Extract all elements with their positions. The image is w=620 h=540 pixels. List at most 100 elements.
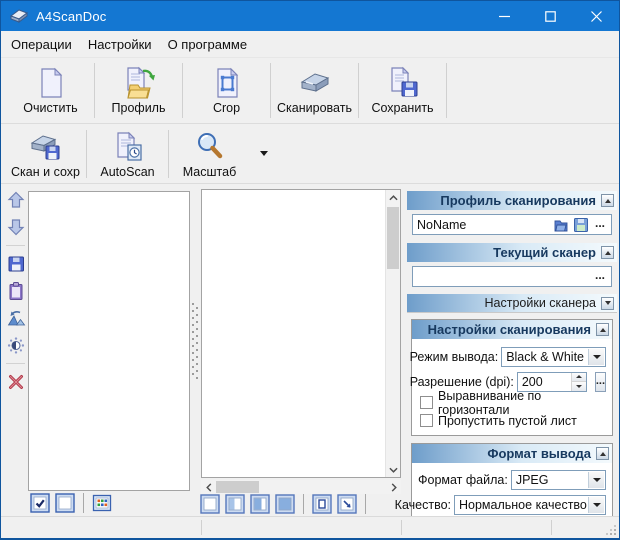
quality-row: Качество: Нормальное качество bbox=[418, 494, 606, 515]
scanner-name-input[interactable] bbox=[413, 270, 591, 284]
autoscan-icon bbox=[111, 130, 145, 164]
panel-splitter[interactable] bbox=[191, 191, 200, 491]
fit-width-icon[interactable] bbox=[225, 494, 245, 514]
crop-label: Crop bbox=[213, 101, 240, 115]
clear-label: Очистить bbox=[23, 101, 77, 115]
rail-separator bbox=[6, 245, 25, 246]
scanner-settings-header: Настройки сканера bbox=[407, 294, 617, 313]
actual-size-icon[interactable] bbox=[312, 494, 332, 514]
close-button[interactable] bbox=[573, 1, 619, 31]
file-format-select[interactable]: JPEG bbox=[511, 470, 606, 490]
collapse-current-scanner-button[interactable] bbox=[601, 246, 614, 259]
preview-panel[interactable] bbox=[201, 189, 401, 478]
menu-about[interactable]: О программе bbox=[160, 33, 256, 56]
zoom-button[interactable]: Масштаб bbox=[169, 125, 250, 183]
output-format-header: Формат вывода bbox=[412, 444, 612, 463]
expand-scanner-settings-button[interactable] bbox=[601, 297, 614, 310]
close-icon bbox=[591, 11, 602, 22]
fit-page-icon[interactable] bbox=[275, 494, 295, 514]
clear-button[interactable]: Очистить bbox=[7, 58, 94, 123]
resize-grip[interactable] bbox=[605, 524, 617, 536]
scanner-more-button[interactable]: ... bbox=[591, 268, 611, 285]
strip-separator bbox=[303, 494, 304, 514]
page-list-panel[interactable] bbox=[28, 191, 190, 491]
triangle-up-icon bbox=[576, 372, 582, 378]
save-profile-icon[interactable] bbox=[573, 217, 589, 233]
dropdown-arrow-icon bbox=[588, 497, 604, 513]
maximize-button[interactable] bbox=[527, 1, 573, 31]
profile-label: Профиль bbox=[112, 101, 166, 115]
load-profile-icon[interactable] bbox=[553, 217, 569, 233]
scan-button[interactable]: Сканировать bbox=[271, 58, 358, 123]
save-image-icon[interactable] bbox=[6, 254, 26, 274]
deselect-all-icon[interactable] bbox=[55, 493, 75, 513]
save-label: Сохранить bbox=[371, 101, 433, 115]
collapse-scan-settings-button[interactable] bbox=[596, 323, 609, 336]
crop-icon bbox=[210, 66, 244, 100]
align-horizontal-checkbox[interactable] bbox=[420, 396, 433, 409]
scan-settings-group: Настройки сканирования Режим вывода: Bla… bbox=[411, 319, 613, 436]
crop-button[interactable]: Crop bbox=[183, 58, 270, 123]
menu-settings[interactable]: Настройки bbox=[80, 33, 160, 56]
scroll-left-button[interactable] bbox=[201, 480, 216, 494]
collapse-scan-profile-button[interactable] bbox=[601, 194, 614, 207]
move-down-icon[interactable] bbox=[6, 217, 26, 237]
scan-profile-row: ... bbox=[412, 214, 612, 235]
skip-blank-checkbox[interactable] bbox=[420, 414, 433, 427]
triangle-up-icon bbox=[605, 196, 611, 203]
spin-up-button[interactable] bbox=[572, 373, 586, 381]
file-format-label: Формат файла: bbox=[418, 473, 508, 487]
zoom-normal-icon[interactable] bbox=[200, 494, 220, 514]
app-window: A4ScanDoc Операции Настройки О программе… bbox=[0, 0, 620, 540]
titlebar: A4ScanDoc bbox=[1, 1, 619, 31]
scroll-right-button[interactable] bbox=[386, 480, 401, 494]
minimize-button[interactable] bbox=[481, 1, 527, 31]
align-horizontal-row: Выравнивание по горизонтали bbox=[420, 395, 612, 410]
scan-and-save-button[interactable]: Скан и сохр bbox=[5, 125, 86, 183]
chevron-right-icon bbox=[391, 483, 397, 492]
maximize-icon bbox=[545, 11, 556, 22]
scanner-settings-title: Настройки сканера bbox=[485, 296, 596, 310]
fit-height-icon[interactable] bbox=[250, 494, 270, 514]
autoscan-label: AutoScan bbox=[100, 165, 154, 179]
quality-value: Нормальное качество bbox=[455, 498, 588, 512]
status-divider bbox=[201, 520, 202, 535]
autoscan-button[interactable]: AutoScan bbox=[87, 125, 168, 183]
collapse-output-format-button[interactable] bbox=[596, 447, 609, 460]
triangle-up-icon bbox=[600, 449, 606, 456]
profile-name-input[interactable] bbox=[413, 218, 551, 232]
quality-select[interactable]: Нормальное качество bbox=[454, 495, 606, 515]
zoom-icon bbox=[193, 130, 227, 164]
profile-more-button[interactable]: ... bbox=[591, 216, 611, 233]
window-title: A4ScanDoc bbox=[36, 9, 106, 24]
horizontal-scrollbar[interactable] bbox=[201, 480, 401, 494]
thumbnails-view-icon[interactable] bbox=[92, 493, 112, 513]
horizontal-scroll-thumb[interactable] bbox=[216, 481, 259, 493]
clipboard-icon[interactable] bbox=[6, 281, 26, 301]
quality-label: Качество: bbox=[395, 498, 451, 512]
menu-operations[interactable]: Операции bbox=[3, 33, 80, 56]
rotate-image-icon[interactable] bbox=[6, 308, 26, 328]
save-button[interactable]: Сохранить bbox=[359, 58, 446, 123]
scroll-up-button[interactable] bbox=[386, 190, 400, 205]
zoom-dropdown-arrow-icon[interactable] bbox=[260, 151, 268, 160]
secondary-toolbar: Скан и сохр AutoScan Масштаб bbox=[1, 125, 619, 184]
profile-button[interactable]: Профиль bbox=[95, 58, 182, 123]
output-mode-select[interactable]: Black & White bbox=[501, 347, 606, 367]
vertical-scroll-thumb[interactable] bbox=[387, 207, 399, 269]
scroll-down-button[interactable] bbox=[386, 462, 400, 477]
fit-window-icon[interactable] bbox=[337, 494, 357, 514]
select-all-icon[interactable] bbox=[30, 493, 50, 513]
delete-icon[interactable] bbox=[6, 372, 26, 392]
minimize-icon bbox=[499, 11, 510, 22]
scan-profile-title: Профиль сканирования bbox=[440, 193, 596, 208]
brightness-icon[interactable] bbox=[6, 335, 26, 355]
vertical-scrollbar[interactable] bbox=[385, 190, 400, 477]
current-scanner-header: Текущий сканер bbox=[407, 243, 617, 262]
output-mode-label: Режим вывода: bbox=[410, 350, 499, 364]
align-horizontal-label: Выравнивание по горизонтали bbox=[438, 389, 612, 417]
settings-sidebar: Профиль сканирования ... Текущий сканер … bbox=[407, 189, 617, 540]
triangle-up-icon bbox=[600, 325, 606, 332]
save-page-icon bbox=[386, 66, 420, 100]
move-up-icon[interactable] bbox=[6, 190, 26, 210]
